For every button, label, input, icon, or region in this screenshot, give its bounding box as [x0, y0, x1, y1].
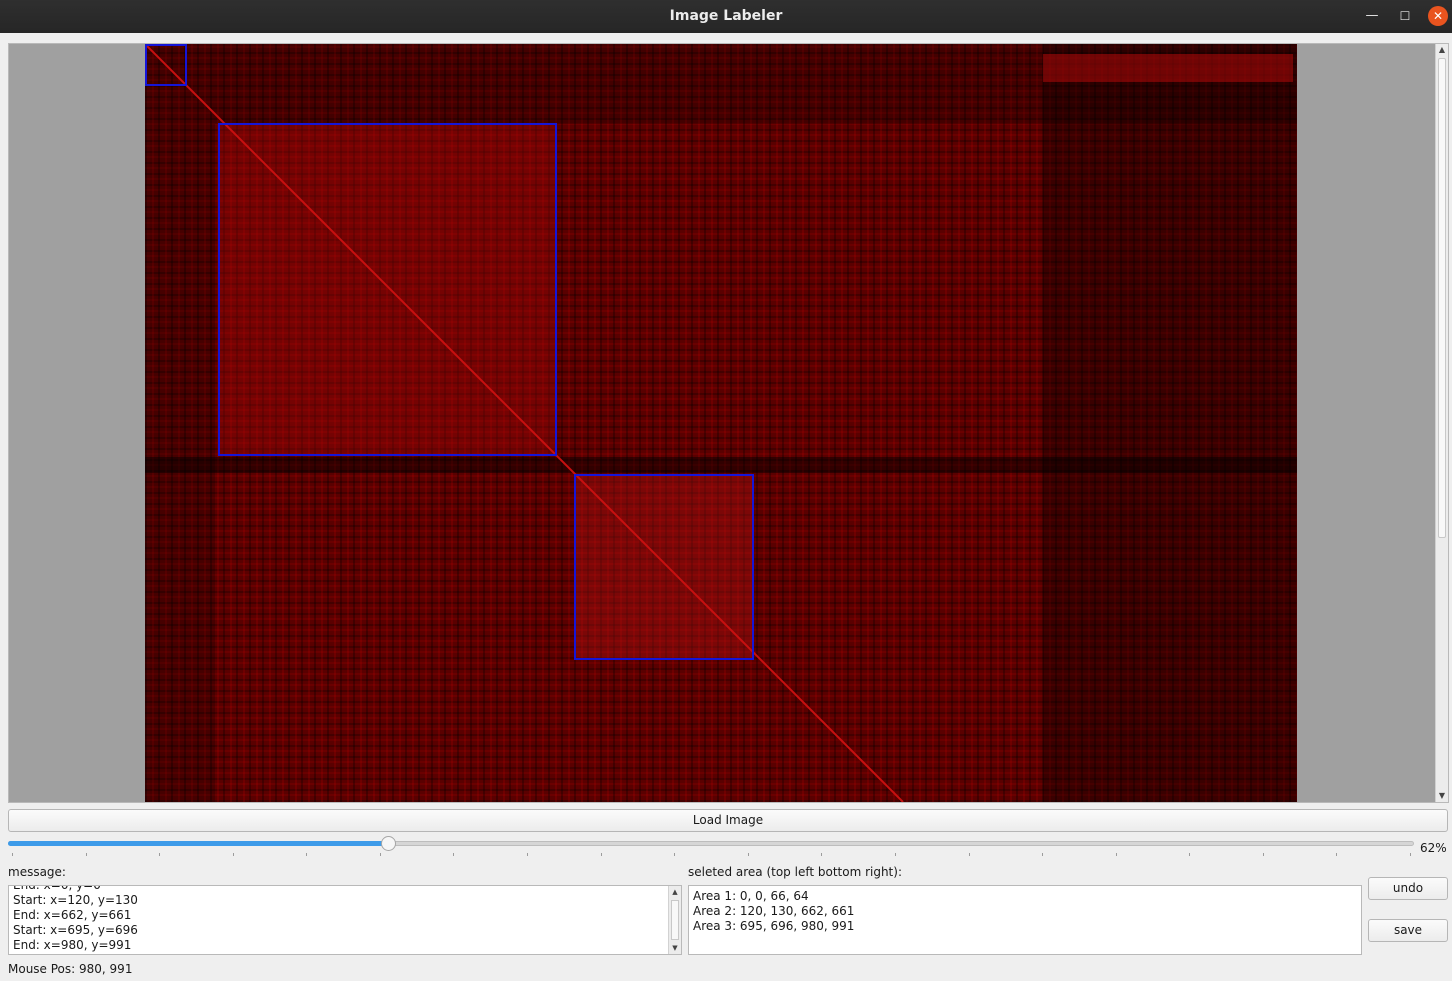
scroll-up-icon[interactable]: ▲: [669, 886, 681, 898]
area-item: Area 1: 0, 0, 66, 64: [693, 889, 809, 903]
message-scrollbar[interactable]: ▲ ▼: [668, 886, 681, 954]
message-line: Start: x=120, y=130: [13, 893, 138, 907]
message-log[interactable]: End: x=0, y=0 Start: x=120, y=130 End: x…: [8, 885, 682, 955]
slider-tick: [748, 853, 749, 856]
slider-tick: [380, 853, 381, 856]
slider-tick: [969, 853, 970, 856]
message-line: End: x=0, y=0: [13, 885, 101, 892]
slider-tick: [306, 853, 307, 856]
scroll-down-icon[interactable]: ▼: [669, 942, 681, 954]
mouse-position: Mouse Pos: 980, 991: [8, 962, 133, 976]
slider-tick: [233, 853, 234, 856]
scrollbar-thumb[interactable]: [1438, 58, 1446, 538]
minimize-icon[interactable]: —: [1362, 6, 1382, 26]
slider-tick: [821, 853, 822, 856]
slider-tick: [1263, 853, 1264, 856]
window-title: Image Labeler: [669, 8, 783, 24]
slider-tick: [1189, 853, 1190, 856]
message-line: Start: x=695, y=696: [13, 923, 138, 937]
selected-area-label: seleted area (top left bottom right):: [688, 865, 902, 879]
close-icon[interactable]: ✕: [1428, 6, 1448, 26]
maximize-icon[interactable]: ☐: [1395, 6, 1415, 26]
save-button[interactable]: save: [1368, 919, 1448, 942]
load-image-button[interactable]: Load Image: [8, 809, 1448, 832]
slider-fill: [8, 841, 388, 846]
message-label: message:: [8, 865, 66, 879]
selection-box-area-2[interactable]: [218, 123, 557, 456]
slider-tick: [12, 853, 13, 856]
slider-tick: [674, 853, 675, 856]
selection-box-area-1[interactable]: [145, 44, 187, 86]
message-line: End: x=980, y=991: [13, 938, 132, 952]
slider-tick: [159, 853, 160, 856]
slider-tick: [1336, 853, 1337, 856]
title-bar: Image Labeler — ☐ ✕: [0, 0, 1452, 33]
zoom-percentage: 62%: [1420, 841, 1447, 855]
selection-box-area-3[interactable]: [574, 474, 754, 660]
scroll-up-icon[interactable]: ▲: [1436, 44, 1448, 56]
slider-tick: [1116, 853, 1117, 856]
slider-tick: [601, 853, 602, 856]
slider-tick: [453, 853, 454, 856]
image-view[interactable]: ▲ ▼: [8, 43, 1449, 803]
image-vertical-scrollbar[interactable]: ▲ ▼: [1435, 44, 1448, 802]
slider-tick: [1410, 853, 1411, 856]
area-item: Area 2: 120, 130, 662, 661: [693, 904, 855, 918]
scroll-down-icon[interactable]: ▼: [1436, 790, 1448, 802]
slider-handle[interactable]: [381, 836, 396, 851]
heatmap-image[interactable]: [145, 44, 1297, 802]
area-item: Area 3: 695, 696, 980, 991: [693, 919, 855, 933]
zoom-slider[interactable]: [8, 836, 1414, 858]
undo-button[interactable]: undo: [1368, 877, 1448, 900]
scrollbar-thumb[interactable]: [671, 900, 679, 940]
selected-area-list[interactable]: Area 1: 0, 0, 66, 64 Area 2: 120, 130, 6…: [688, 885, 1362, 955]
slider-tick: [86, 853, 87, 856]
slider-tick: [1042, 853, 1043, 856]
slider-tick: [527, 853, 528, 856]
message-line: End: x=662, y=661: [13, 908, 132, 922]
slider-tick: [895, 853, 896, 856]
